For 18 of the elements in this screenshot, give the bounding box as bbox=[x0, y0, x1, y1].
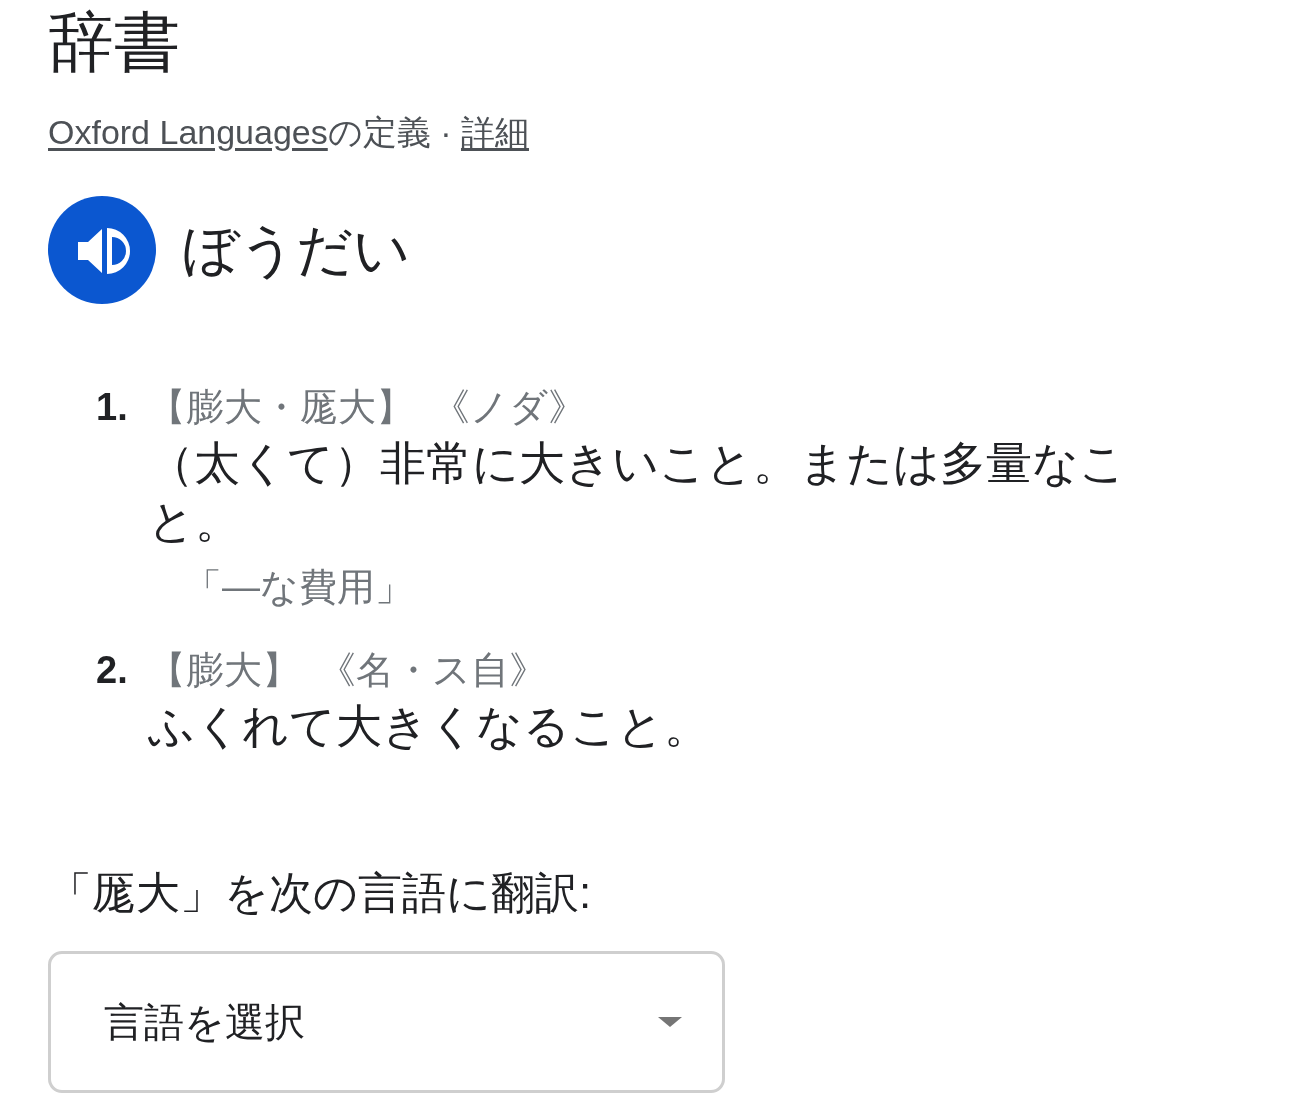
source-line: Oxford Languagesの定義 · 詳細 bbox=[48, 112, 529, 153]
example-text: 「—な費用」 bbox=[184, 565, 413, 610]
details-link[interactable]: 詳細 bbox=[461, 113, 529, 151]
caret-icon bbox=[658, 1017, 682, 1027]
page-title: 辞書 bbox=[48, 4, 180, 81]
definition-text: （太くて）非常に大きいこと。または多量なこと。 bbox=[148, 436, 1127, 549]
grammar-label: 《名・ス自》 bbox=[318, 648, 547, 693]
sense-number: 2. bbox=[96, 648, 128, 693]
source-link[interactable]: Oxford Languages bbox=[48, 113, 328, 151]
speaker-icon[interactable] bbox=[48, 196, 156, 304]
translate-label: 「厖大」を次の言語に翻訳: bbox=[48, 867, 592, 919]
sense-number: 1. bbox=[96, 385, 128, 430]
headword-text: 【膨大・厖大】 bbox=[148, 385, 414, 430]
reading-text: ぼうだい bbox=[182, 217, 410, 283]
grammar-label: 《ノダ》 bbox=[432, 385, 586, 430]
definition-text: ふくれて大きくなること。 bbox=[148, 699, 710, 754]
headword-text: 【膨大】 bbox=[148, 648, 300, 693]
language-dropdown[interactable]: 言語を選択 bbox=[48, 951, 725, 1093]
